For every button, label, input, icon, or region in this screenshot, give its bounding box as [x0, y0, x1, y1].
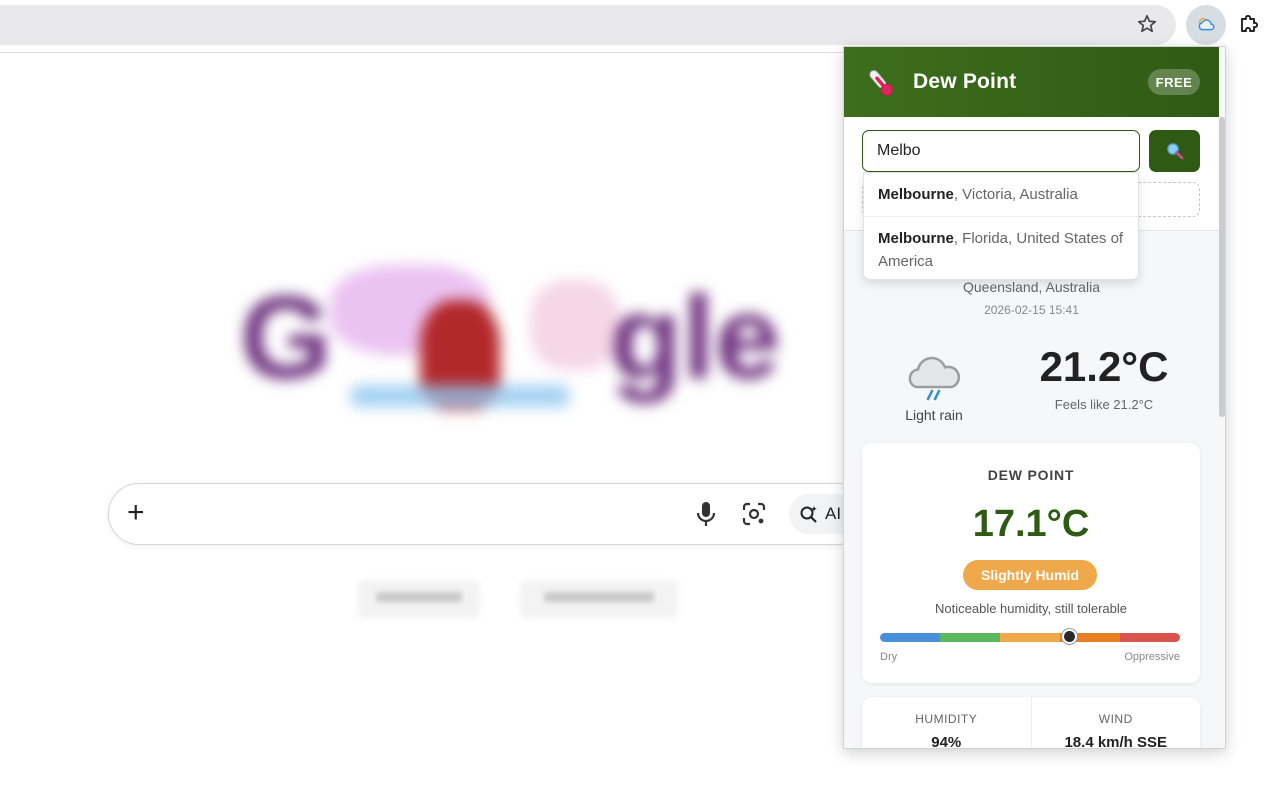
puzzle-icon[interactable]	[1237, 12, 1261, 36]
comfort-scale	[880, 633, 1180, 642]
scale-segment	[880, 633, 940, 642]
scale-segment	[1000, 633, 1060, 642]
wind-stat: WIND 18.4 km/h SSE	[1030, 697, 1201, 749]
current-temperature: 21.2°C	[1039, 343, 1169, 390]
comfort-marker	[1061, 629, 1077, 644]
google-search-bar[interactable]: + AI	[108, 483, 879, 545]
rain-cloud-icon	[908, 356, 961, 401]
google-doodle[interactable]: G gle	[240, 260, 781, 430]
ai-search-icon	[800, 506, 817, 523]
comfort-description: Noticeable humidity, still tolerable	[935, 601, 1127, 616]
weather-condition: Light rain	[905, 407, 963, 423]
observation-time: 2026-02-15 15:41	[984, 303, 1079, 317]
scale-segment	[1120, 633, 1180, 642]
lens-icon[interactable]	[741, 501, 767, 527]
dew-point-popup: Dew Point FREE Melbourne, Victoria, Aust…	[843, 46, 1226, 749]
dew-point-value: 17.1°C	[972, 503, 1090, 545]
feels-like: Feels like 21.2°C	[1054, 397, 1154, 412]
stat-label: HUMIDITY	[915, 712, 978, 726]
popup-header: Dew Point FREE	[844, 47, 1219, 117]
city-search-input[interactable]	[862, 130, 1140, 172]
app-title: Dew Point	[913, 70, 1017, 93]
plan-badge: FREE	[1148, 69, 1200, 95]
ai-mode-label: AI	[825, 504, 842, 523]
weather-extension-icon[interactable]	[1186, 5, 1226, 45]
mic-icon[interactable]	[695, 500, 717, 528]
scale-max-label: Oppressive	[1124, 651, 1180, 663]
stat-value: 94%	[931, 734, 962, 749]
address-bar[interactable]	[0, 5, 1176, 45]
weather-stats: HUMIDITY 94% WIND 18.4 km/h SSE	[862, 697, 1201, 749]
browser-toolbar	[0, 0, 1280, 52]
thermometer-icon	[869, 70, 893, 96]
feeling-lucky-button[interactable]	[520, 580, 678, 618]
suggestion-item[interactable]: Melbourne, Florida, United States of Ame…	[864, 216, 1138, 283]
comfort-badge: Slightly Humid	[963, 560, 1097, 590]
google-search-button[interactable]	[358, 580, 480, 618]
scale-min-label: Dry	[880, 651, 898, 663]
suggestion-dropdown: Melbourne, Victoria, Australia Melbourne…	[863, 172, 1139, 280]
scale-segment	[940, 633, 1000, 642]
search-button[interactable]	[1149, 130, 1200, 172]
dew-point-label: DEW POINT	[987, 467, 1075, 483]
humidity-stat: HUMIDITY 94%	[862, 697, 1031, 749]
magnifier-icon	[1166, 143, 1183, 160]
stat-label: WIND	[1098, 712, 1133, 726]
star-icon[interactable]	[1136, 13, 1158, 35]
plus-icon[interactable]: +	[127, 498, 145, 528]
scrollbar-thumb[interactable]	[1219, 117, 1225, 417]
suggestion-item[interactable]: Melbourne, Victoria, Australia	[864, 173, 1138, 216]
dew-point-card: DEW POINT 17.1°C Slightly Humid Noticeab…	[862, 443, 1200, 683]
stat-value: 18.4 km/h SSE	[1064, 734, 1168, 749]
toolbar-divider	[0, 52, 845, 53]
